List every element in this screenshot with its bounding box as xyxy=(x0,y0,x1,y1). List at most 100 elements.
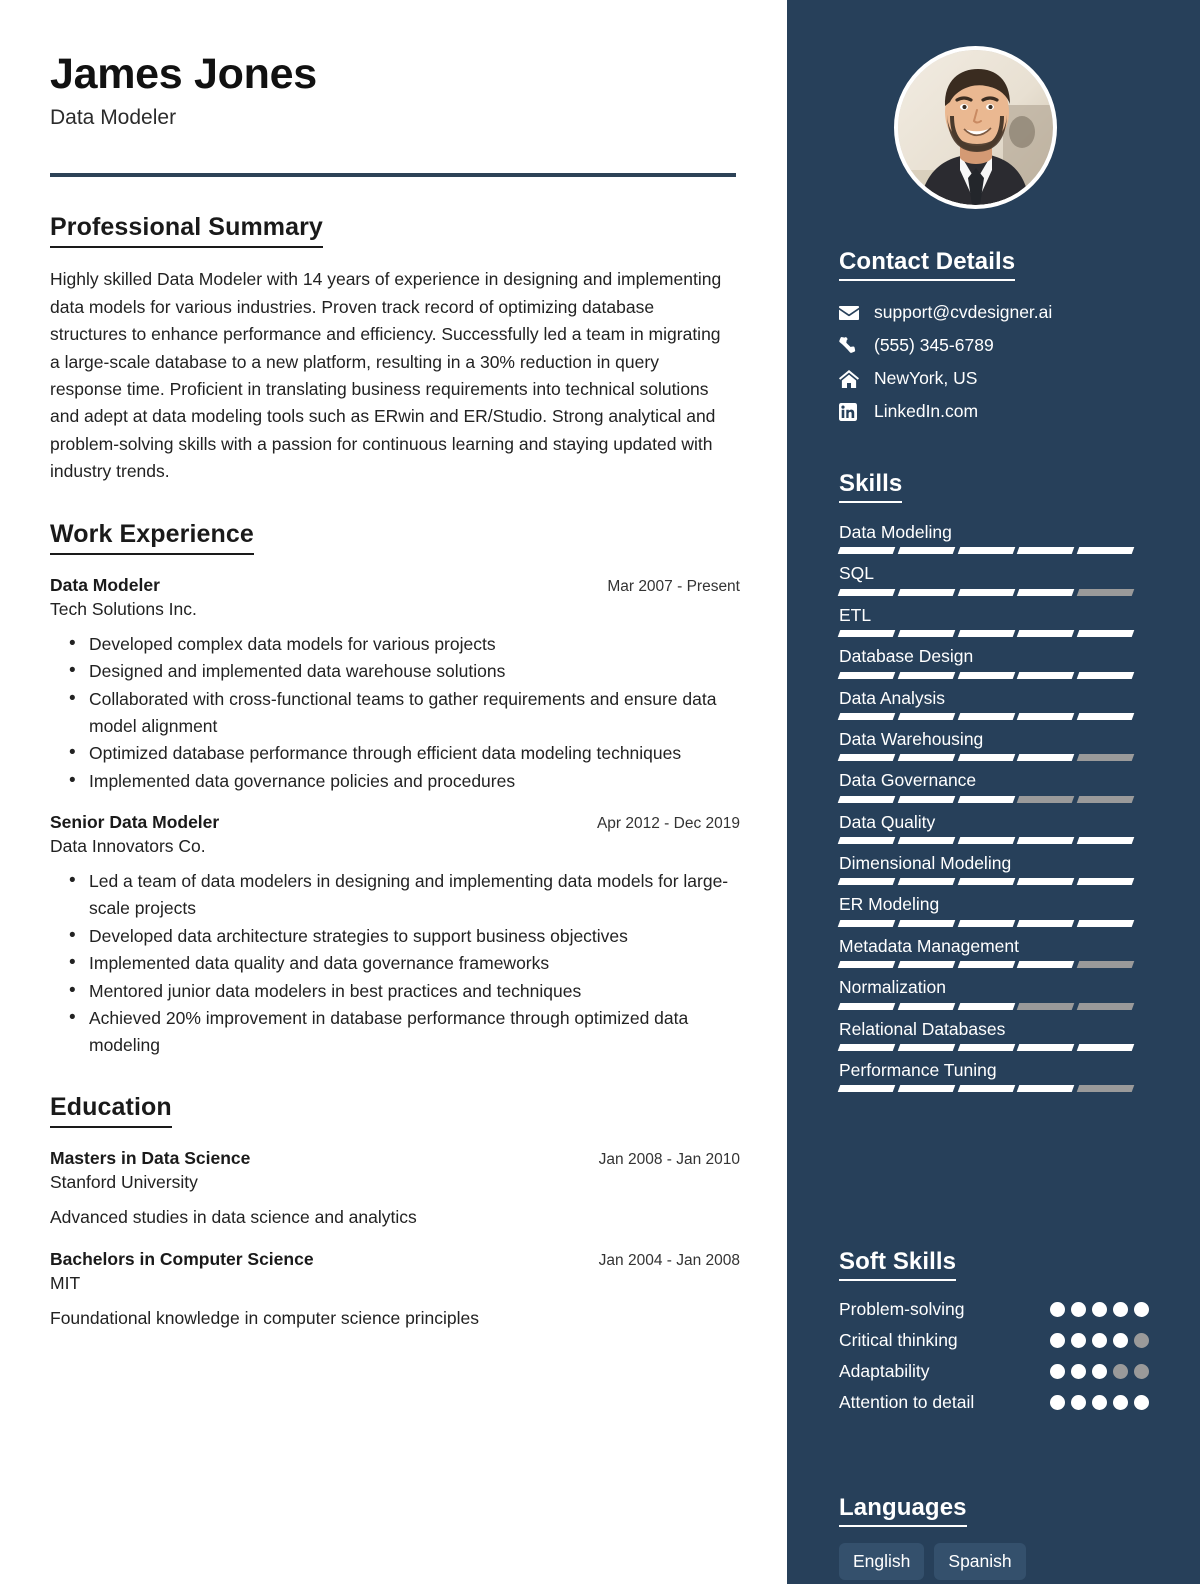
skill-name: Metadata Management xyxy=(839,935,1019,956)
skill-bar-segment xyxy=(897,919,955,927)
soft-skill-rating xyxy=(1050,1328,1149,1348)
rating-dot xyxy=(1071,1363,1086,1379)
skill-name: Data Governance xyxy=(839,770,977,791)
soft-skill-row: Adaptability xyxy=(839,1359,1149,1384)
skill-bar-segment xyxy=(1017,1043,1075,1051)
soft-skill-row: Attention to detail xyxy=(839,1390,1149,1415)
skill-bar-segment xyxy=(1076,1085,1135,1093)
rating-dot xyxy=(1050,1332,1065,1348)
work-entry-date: Mar 2007 - Present xyxy=(607,577,740,595)
skill-level-bar xyxy=(837,795,1135,803)
rating-dot xyxy=(1134,1363,1149,1379)
skill-name: ER Modeling xyxy=(839,894,940,915)
contact-list: support@cvdesigner.ai (555) 345-6789 New… xyxy=(839,302,1052,423)
skill-level-bar xyxy=(837,712,1135,720)
skill-bar-segment xyxy=(897,754,955,762)
work-entry-role: Senior Data Modeler xyxy=(50,812,220,833)
work-experience-heading: Work Experience xyxy=(50,520,254,555)
education-heading: Education xyxy=(50,1093,172,1128)
skill-bar-segment xyxy=(897,837,955,844)
education-entry: Masters in Data Science Jan 2008 - Jan 2… xyxy=(50,1148,740,1228)
section-work-experience: Work Experience Data Modeler Mar 2007 - … xyxy=(50,520,740,1059)
language-chip: English xyxy=(839,1543,925,1580)
skill-bar-segment xyxy=(897,1085,955,1093)
skill-item: Metadata Management xyxy=(837,934,1149,969)
skill-bar-segment xyxy=(957,1085,1015,1093)
skill-bar-segment xyxy=(1017,754,1075,762)
skill-item: ETL xyxy=(837,603,1149,638)
contact-details-section: Contact Details support@cvdesigner.ai (5… xyxy=(839,248,1052,434)
skill-item: Data Modeling xyxy=(837,520,1149,555)
rating-dot xyxy=(1092,1394,1107,1410)
rating-dot xyxy=(1071,1394,1086,1410)
skill-name: Data Analysis xyxy=(839,687,946,708)
list-item: Optimized database performance through e… xyxy=(69,739,741,767)
skill-bar-segment xyxy=(957,878,1015,886)
skill-level-bar xyxy=(837,547,1135,555)
skill-bar-segment xyxy=(957,837,1015,844)
language-chip-list: English Spanish xyxy=(839,1543,1169,1580)
education-school: Stanford University xyxy=(50,1171,198,1192)
section-professional-summary: Professional Summary Highly skilled Data… xyxy=(50,213,737,486)
main-column: James Jones Data Modeler Professional Su… xyxy=(0,0,787,1584)
skill-level-bar xyxy=(837,1043,1135,1051)
skill-item: SQL xyxy=(837,561,1149,596)
language-chip: Spanish xyxy=(934,1543,1026,1580)
skill-item: Normalization xyxy=(837,975,1149,1010)
soft-skill-name: Critical thinking xyxy=(839,1329,958,1350)
skill-bar-segment xyxy=(837,630,896,638)
skill-name: Normalization xyxy=(839,977,946,998)
skill-bar-segment xyxy=(1017,712,1075,720)
contact-linkedin: LinkedIn.com xyxy=(874,401,979,422)
rating-dot xyxy=(1113,1302,1128,1317)
sidebar: Contact Details support@cvdesigner.ai (5… xyxy=(787,0,1200,1584)
skill-bar-segment xyxy=(897,961,955,969)
rating-dot xyxy=(1092,1302,1107,1317)
skill-bar-segment xyxy=(897,671,955,679)
home-icon xyxy=(839,370,865,388)
contact-row-phone[interactable]: (555) 345-6789 xyxy=(839,335,1052,357)
skill-bar-segment xyxy=(837,878,896,886)
skill-bar-segment xyxy=(837,712,896,720)
skill-bar-segment xyxy=(837,919,896,927)
skill-name: SQL xyxy=(839,563,875,584)
languages-section: Languages English Spanish xyxy=(839,1494,1169,1580)
skill-bar-segment xyxy=(1076,1043,1135,1051)
skill-list: Data Modeling SQL ETL Database Design Data A… xyxy=(837,520,1149,1093)
section-education: Education Masters in Data Science Jan 20… xyxy=(50,1093,740,1329)
skill-bar-segment xyxy=(957,547,1015,555)
list-item: Developed complex data models for variou… xyxy=(69,630,741,658)
skill-bar-segment xyxy=(957,795,1015,803)
work-entry-date: Apr 2012 - Dec 2019 xyxy=(596,815,740,833)
list-item: Led a team of data modelers in designing… xyxy=(69,867,741,921)
skill-bar-segment xyxy=(897,878,955,886)
soft-skills-heading: Soft Skills xyxy=(839,1248,957,1281)
skill-level-bar xyxy=(837,754,1135,762)
work-entry-org: Tech Solutions Inc. xyxy=(50,598,197,619)
skill-bar-segment xyxy=(897,712,955,720)
skill-bar-segment xyxy=(897,588,955,596)
skill-bar-segment xyxy=(1017,878,1075,886)
skill-bar-segment xyxy=(1017,1002,1075,1010)
header-job-title: Data Modeler xyxy=(50,106,177,130)
education-entry: Bachelors in Computer Science Jan 2004 -… xyxy=(50,1249,740,1329)
skill-bar-segment xyxy=(1017,837,1075,844)
skill-level-bar xyxy=(837,919,1135,927)
rating-dot xyxy=(1134,1394,1149,1410)
contact-row-linkedin[interactable]: LinkedIn.com xyxy=(839,401,1052,423)
contact-row-email[interactable]: support@cvdesigner.ai xyxy=(839,302,1052,324)
work-entry-bullets: Developed complex data models for variou… xyxy=(50,630,737,795)
skill-item: Database Design xyxy=(837,644,1149,679)
page-title: James Jones xyxy=(50,50,317,98)
contact-row-location[interactable]: NewYork, US xyxy=(839,368,1052,390)
soft-skill-row: Critical thinking xyxy=(839,1328,1149,1353)
skill-bar-segment xyxy=(1076,961,1135,969)
rating-dot xyxy=(1113,1394,1128,1410)
contact-email: support@cvdesigner.ai xyxy=(874,302,1053,323)
skill-bar-segment xyxy=(1076,671,1135,679)
list-item: Collaborated with cross-functional teams… xyxy=(69,685,741,739)
professional-summary-text: Highly skilled Data Modeler with 14 year… xyxy=(50,269,722,482)
rating-dot xyxy=(1050,1363,1065,1379)
rating-dot xyxy=(1134,1332,1149,1348)
list-item: Designed and implemented data warehouse … xyxy=(69,657,741,685)
